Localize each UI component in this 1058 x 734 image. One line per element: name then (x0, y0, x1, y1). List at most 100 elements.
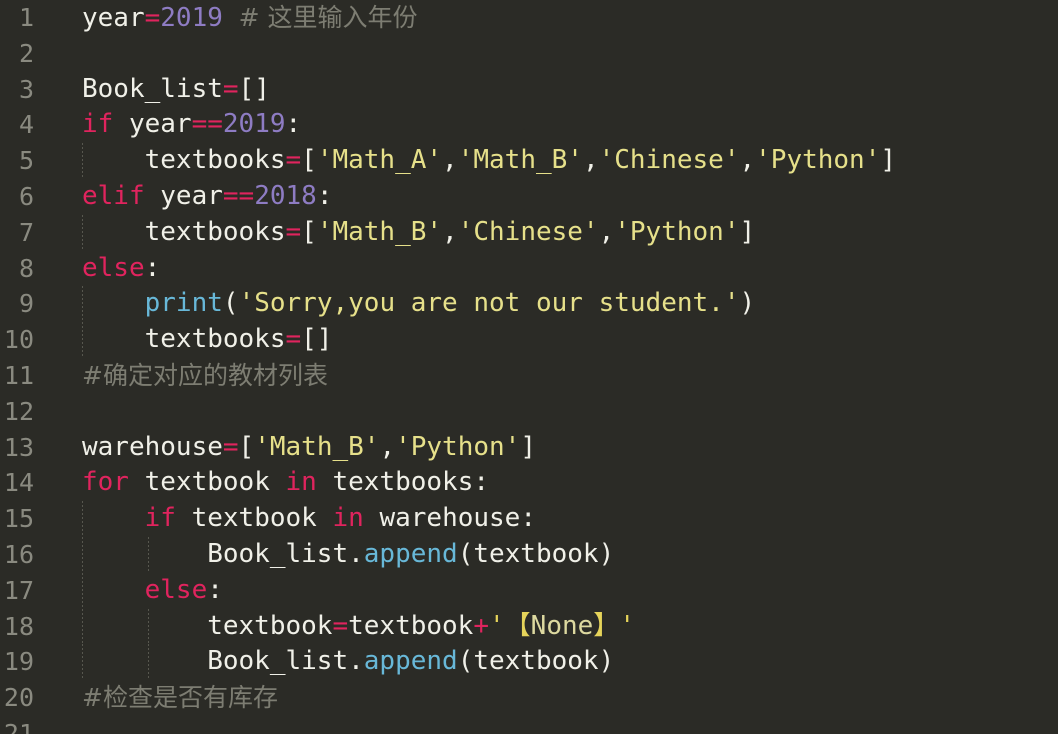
code-line[interactable]: 11 #确定对应的教材列表 (0, 358, 1058, 394)
code-line[interactable]: 17 else: (0, 572, 1058, 609)
code-token: year (113, 109, 192, 140)
line-number: 12 (3, 396, 34, 426)
code-line[interactable]: 15 if textbook in warehouse: (0, 501, 1058, 537)
code-token: textbooks (82, 145, 286, 176)
code-text[interactable]: #检查是否有库存 (82, 680, 278, 717)
code-line[interactable]: 6 elif year==2018: (0, 179, 1058, 215)
code-token: = (332, 610, 349, 641)
code-text[interactable]: Book_list.append(textbook) (82, 537, 614, 573)
code-token: Book_list (82, 73, 223, 104)
code-token: = (222, 431, 239, 462)
code-line[interactable]: 19 Book_list.append(textbook) (0, 644, 1058, 681)
line-number: 21 (3, 719, 34, 734)
code-token: textbook (348, 610, 474, 641)
code-token: else (144, 574, 208, 605)
code-line[interactable]: 5 textbooks=['Math_A','Math_B','Chinese'… (0, 143, 1058, 179)
code-text[interactable]: for textbook in textbooks: (82, 465, 489, 501)
code-text[interactable]: textbook=textbook+'【None】' (82, 609, 635, 645)
code-text[interactable]: if year==2019: (82, 107, 301, 143)
code-line[interactable]: 4 if year==2019: (0, 107, 1058, 143)
code-token: 'Chinese' (598, 145, 740, 176)
code-token: 【 (504, 610, 531, 641)
code-text[interactable]: if textbook in warehouse: (82, 501, 536, 537)
code-token: textbooks (82, 324, 286, 355)
code-line[interactable]: 13 warehouse=['Math_B','Python'] (0, 430, 1058, 466)
code-token: Book_list. (82, 539, 364, 569)
code-text[interactable]: else: (82, 573, 223, 609)
code-token: 'Math_B' (316, 216, 443, 247)
line-number: 7 (18, 217, 34, 247)
code-line[interactable]: 8 else: (0, 251, 1058, 287)
code-token: [ (238, 431, 255, 462)
code-token: append (363, 646, 458, 677)
code-token: in (285, 467, 317, 498)
code-text[interactable]: Book_list.append(textbook) (82, 644, 614, 680)
code-token: , (582, 145, 599, 176)
code-line[interactable]: 12 (0, 394, 1058, 430)
line-number: 9 (18, 289, 34, 319)
code-token: ] (880, 145, 897, 176)
code-text[interactable]: textbooks=['Math_A','Math_B','Chinese','… (82, 143, 896, 179)
code-line[interactable]: 16 Book_list.append(textbook) (0, 537, 1058, 573)
code-token: if (82, 109, 114, 140)
code-token: : (144, 252, 161, 283)
code-token: (textbook) (457, 646, 615, 677)
code-text[interactable]: textbooks=[] (82, 322, 333, 358)
line-number: 16 (3, 540, 34, 569)
code-token: ] (739, 216, 756, 247)
code-line[interactable]: 18 textbook=textbook+'【None】' (0, 608, 1058, 645)
code-token: , (598, 216, 615, 247)
code-token: for (82, 467, 129, 498)
code-line[interactable]: 1 year=2019 # 这里输入年份 (0, 0, 1058, 36)
code-line[interactable]: 20 #检查是否有库存 (0, 680, 1058, 716)
line-number: 18 (3, 611, 34, 641)
code-token: : (316, 181, 333, 211)
code-token: textbooks: (316, 467, 490, 498)
code-text[interactable]: year=2019 # 这里输入年份 (82, 0, 417, 37)
code-token: Book_list. (82, 646, 364, 677)
code-text[interactable]: #确定对应的教材列表 (82, 358, 328, 395)
code-line[interactable]: 21 (0, 716, 1058, 734)
code-token: 'Python' (755, 145, 881, 176)
code-token: [] (301, 324, 333, 355)
code-token: warehouse: (363, 503, 536, 534)
code-line[interactable]: 9 print('Sorry,you are not our student.'… (0, 286, 1058, 323)
code-text[interactable]: else: (82, 251, 160, 287)
line-number: 20 (3, 683, 34, 713)
code-line[interactable]: 3 Book_list=[] (0, 72, 1058, 108)
code-line[interactable]: 14 for textbook in textbooks: (0, 465, 1058, 501)
code-token: , (379, 431, 396, 462)
code-text[interactable]: warehouse=['Math_B','Python'] (82, 430, 536, 466)
code-token: ) (739, 288, 756, 319)
line-number: 4 (18, 110, 34, 140)
code-line[interactable]: 7 textbooks=['Math_B','Chinese','Python'… (0, 214, 1058, 251)
code-token: 'Chinese' (457, 216, 599, 247)
code-token: = (222, 73, 239, 104)
code-token: warehouse (82, 431, 223, 462)
line-number: 10 (3, 325, 34, 355)
code-line[interactable]: 2 (0, 36, 1058, 72)
code-text[interactable]: textbooks=['Math_B','Chinese','Python'] (82, 215, 756, 251)
code-text[interactable]: elif year==2018: (82, 179, 333, 215)
code-text[interactable]: Book_list=[] (82, 72, 270, 108)
line-number: 15 (3, 504, 34, 534)
code-line[interactable]: 10 textbooks=[] (0, 322, 1058, 358)
code-token: #检查是否有库存 (82, 683, 278, 713)
code-token: year (82, 3, 145, 33)
code-token: = (285, 324, 302, 355)
code-token: 'Math_B' (254, 431, 380, 462)
code-token: ] (520, 431, 536, 462)
code-token: ( (222, 288, 239, 319)
code-token: # 这里输入年份 (238, 3, 418, 32)
code-token: == (191, 109, 223, 140)
code-token: = (285, 145, 302, 176)
code-token: else (82, 252, 145, 283)
line-number: 5 (18, 146, 34, 176)
line-number: 6 (18, 182, 34, 211)
code-token: , (739, 145, 756, 176)
line-number: 2 (18, 38, 34, 68)
code-text[interactable]: print('Sorry,you are not our student.') (82, 286, 756, 322)
code-token: year (144, 181, 223, 211)
code-editor[interactable]: 1 year=2019 # 这里输入年份 2 3 Book_list=[] 4 if yea… (0, 0, 1058, 734)
